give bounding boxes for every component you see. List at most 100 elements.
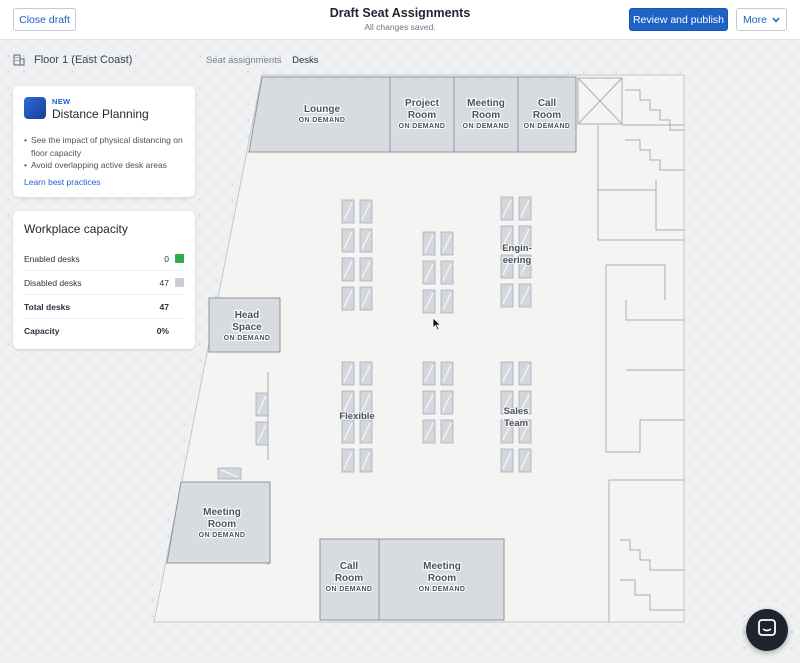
capacity-row: Capacity 0% [24,319,184,343]
bullet-item: See the impact of physical distancing on… [24,134,192,159]
desk[interactable] [518,448,532,473]
total-desks-row: Total desks 47 [24,295,184,319]
svg-text:eering: eering [503,255,532,266]
row-value: 47 [159,277,169,288]
desk[interactable] [359,286,373,311]
desk[interactable] [440,231,454,256]
svg-text:Meeting: Meeting [203,507,241,518]
svg-text:Meeting: Meeting [467,98,505,109]
disabled-swatch [175,278,184,287]
svg-text:Call: Call [340,561,359,572]
desk[interactable] [359,228,373,253]
row-label: Capacity [24,326,60,336]
svg-text:Space: Space [232,322,262,333]
desk[interactable] [500,283,514,308]
desk[interactable] [500,448,514,473]
bullet-item: Avoid overlapping active desk areas [24,159,192,172]
desk[interactable] [341,286,355,311]
workplace-capacity-card: Workplace capacity Enabled desks 0 Disab… [13,211,195,349]
row-label: Total desks [24,301,71,312]
row-label: Enabled desks [24,253,80,264]
mouse-cursor-icon [432,317,442,336]
svg-text:Head: Head [235,310,259,321]
room-tag: ON DEMAND [524,123,571,130]
desk[interactable] [440,361,454,386]
disabled-desks-row: Disabled desks 47 [24,271,184,295]
room-call-room-bottom[interactable]: Call Room ON DEMAND [319,538,380,621]
distance-planning-title: Distance Planning [52,107,149,121]
desk[interactable] [341,419,355,444]
chat-icon [757,618,777,643]
desk[interactable] [500,196,514,221]
capacity-title: Workplace capacity [24,222,128,236]
distance-planning-icon [24,97,46,119]
row-value: 0 [164,253,169,264]
row-value: 47 [159,301,169,312]
learn-best-practices-link[interactable]: Learn best practices [24,177,101,187]
desk[interactable] [440,390,454,415]
desk[interactable] [359,448,373,473]
svg-text:Room: Room [208,519,236,530]
svg-text:Sales: Sales [504,406,529,417]
desk[interactable] [359,257,373,282]
room-tag: ON DEMAND [419,586,466,593]
chat-launcher-button[interactable] [746,609,788,651]
desk[interactable] [422,390,436,415]
desk[interactable] [500,361,514,386]
room-tag: ON DEMAND [224,335,271,342]
desk[interactable] [359,199,373,224]
desk[interactable] [422,289,436,314]
room-tag: ON DEMAND [463,123,510,130]
desk[interactable] [422,419,436,444]
desk[interactable] [440,260,454,285]
room-meeting-room[interactable]: Meeting Room ON DEMAND [453,76,519,153]
svg-text:Project: Project [405,98,440,109]
desk[interactable] [341,199,355,224]
desk[interactable] [518,196,532,221]
desk[interactable] [341,257,355,282]
desk[interactable] [341,361,355,386]
neighborhood-label-flexible: Flexible [339,411,374,422]
svg-text:Room: Room [533,110,561,121]
desk[interactable] [217,467,242,480]
desk[interactable] [422,231,436,256]
svg-text:Room: Room [335,573,363,584]
room-meeting-room-bottom[interactable]: Meeting Room ON DEMAND [378,538,505,621]
row-label: Disabled desks [24,277,82,288]
desk[interactable] [255,421,269,446]
room-tag: ON DEMAND [399,123,446,130]
room-call-room[interactable]: Call Room ON DEMAND [517,76,577,153]
new-badge: NEW [52,97,71,106]
svg-text:Room: Room [472,110,500,121]
room-head-space[interactable]: Head Space ON DEMAND [208,297,281,353]
room-meeting-room-left[interactable]: Meeting Room ON DEMAND [166,481,271,564]
desk[interactable] [422,361,436,386]
desk[interactable] [518,283,532,308]
desk[interactable] [341,448,355,473]
enabled-desks-row: Enabled desks 0 [24,247,184,271]
desk[interactable] [422,260,436,285]
svg-text:Meeting: Meeting [423,561,461,572]
desk[interactable] [359,419,373,444]
svg-text:Room: Room [428,573,456,584]
desk[interactable] [341,228,355,253]
distance-planning-bullets: See the impact of physical distancing on… [24,134,192,172]
desk[interactable] [255,392,269,417]
room-lounge[interactable]: Lounge ON DEMAND [248,76,391,153]
distance-planning-card: NEW Distance Planning See the impact of … [13,86,195,197]
row-value: 0% [156,326,169,336]
svg-text:Room: Room [408,110,436,121]
room-project-room[interactable]: Project Room ON DEMAND [389,76,455,153]
room-tag: ON DEMAND [299,117,346,124]
enabled-swatch [175,254,184,263]
desk[interactable] [518,361,532,386]
svg-text:Engin-: Engin- [502,243,532,254]
desk[interactable] [440,419,454,444]
room-tag: ON DEMAND [326,586,373,593]
room-label: Lounge [304,104,341,115]
desk[interactable] [359,361,373,386]
svg-text:Call: Call [538,98,557,109]
desk[interactable] [440,289,454,314]
room-tag: ON DEMAND [199,532,246,539]
svg-text:Team: Team [504,418,528,429]
